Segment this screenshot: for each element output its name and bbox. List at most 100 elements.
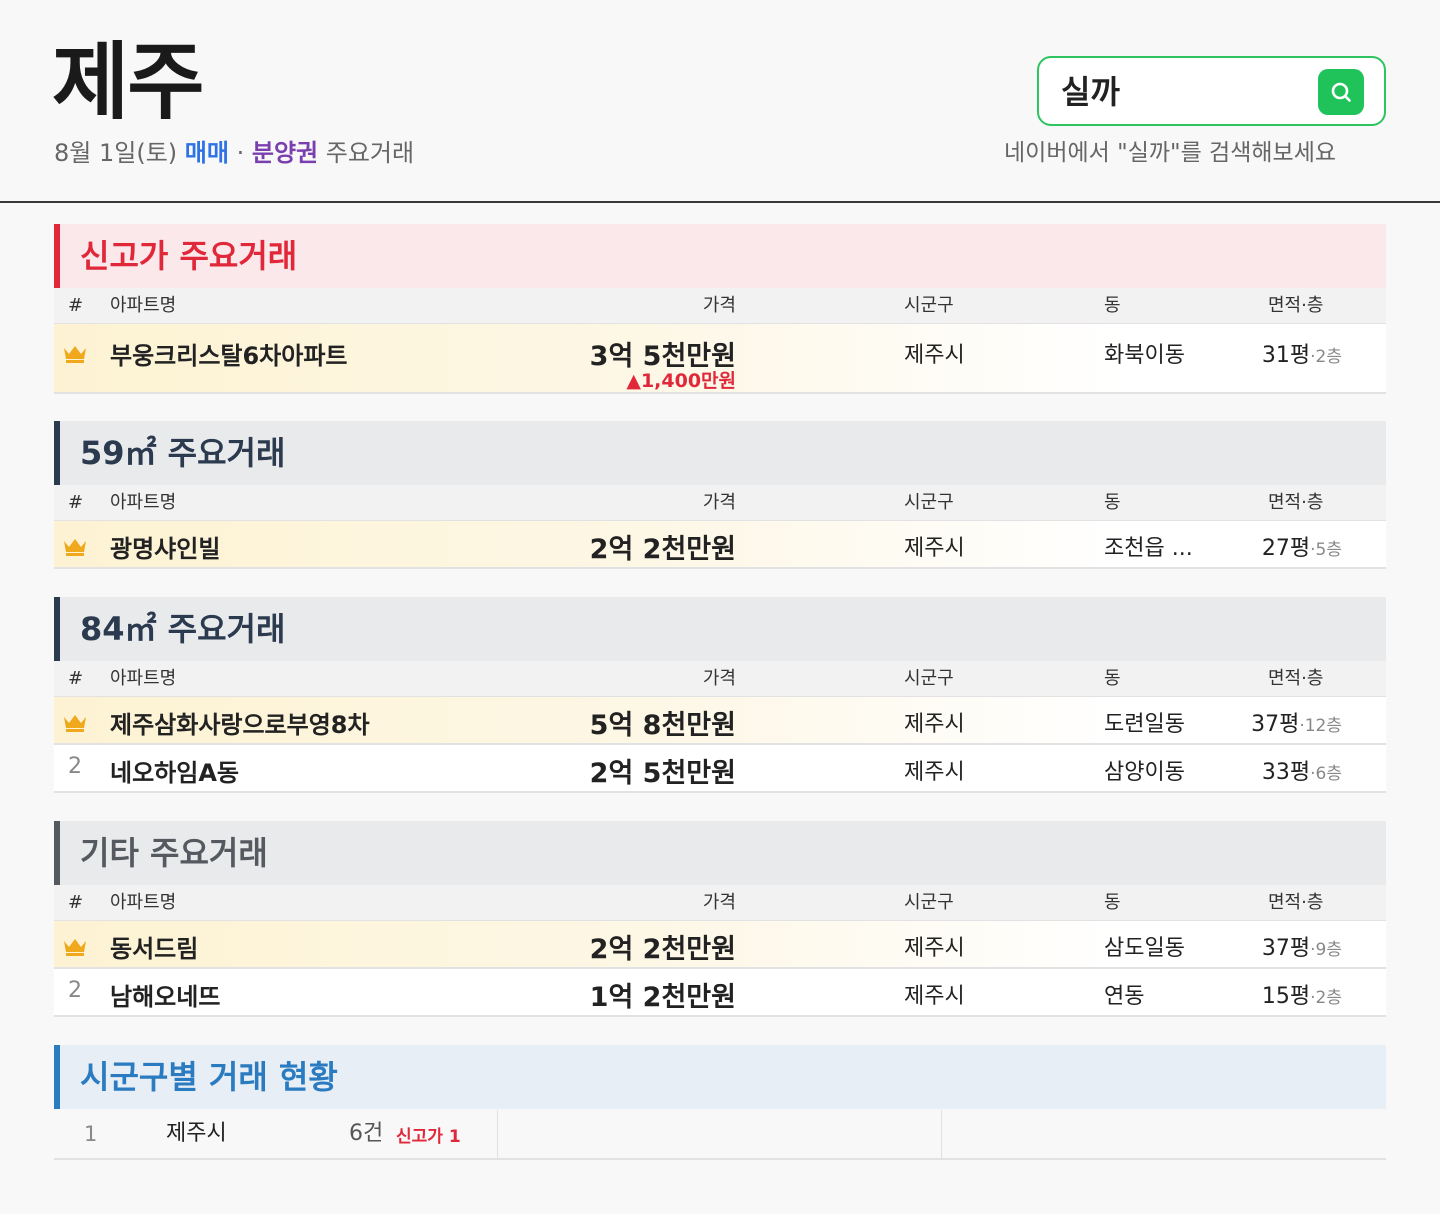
area: 37평 [1261, 936, 1311, 961]
price: 2억 2천만원 [589, 534, 736, 565]
col-area: 면적·층 [1268, 892, 1324, 913]
dong: 도련일동 [1104, 712, 1185, 737]
section-header: 기타 주요거래 [54, 821, 1386, 885]
table-row[interactable]: 제주삼화사랑으로부영8차 5억 8천만원 제주시 도련일동 37평·12층 [54, 697, 1386, 745]
column-header-row: # 아파트명 가격 시군구 동 면적·층 [54, 288, 1386, 324]
district-row[interactable]: 1 제주시 6건 신고가 1 [54, 1110, 1386, 1160]
area-floor: 15평·2층 [1250, 978, 1342, 1010]
dong: 삼도일동 [1104, 936, 1185, 961]
col-name: 아파트명 [110, 892, 177, 913]
floor: ·6층 [1310, 764, 1342, 784]
floor: ·2층 [1310, 988, 1342, 1008]
area: 15평 [1261, 984, 1311, 1009]
area: 33평 [1261, 760, 1311, 785]
column-header-row: # 아파트명 가격 시군구 동 면적·층 [54, 885, 1386, 921]
apartment-name: 네오하임A동 [110, 759, 239, 787]
price: 2억 5천만원 [589, 758, 736, 789]
sigungu: 제주시 [904, 712, 965, 737]
sigungu: 제주시 [904, 984, 965, 1009]
table-row[interactable]: 2 네오하임A동 2억 5천만원 제주시 삼양이동 33평·6층 [54, 745, 1386, 793]
col-sigungu: 시군구 [904, 668, 954, 689]
district-record-badge: 신고가 1 [396, 1127, 461, 1147]
district-rank: 1 [84, 1122, 98, 1146]
col-dong: 동 [1104, 295, 1121, 316]
dong: 연동 [1104, 984, 1145, 1009]
trade-type-presale: 분양권 [251, 139, 319, 167]
date-label: 8월 1일(토) [54, 139, 178, 167]
search-button[interactable] [1318, 69, 1364, 115]
district-section-header: 시군구별 거래 현황 [54, 1045, 1386, 1109]
section-accent-bar [54, 821, 60, 885]
section-title: 시군구별 거래 현황 [80, 1058, 338, 1096]
section-accent-bar [54, 597, 60, 661]
search-icon [1331, 82, 1351, 102]
row-rank: 2 [68, 978, 82, 1003]
area-floor: 33평·6층 [1250, 754, 1342, 786]
crown-icon [62, 936, 88, 956]
col-dong: 동 [1104, 892, 1121, 913]
apartment-name: 부웅크리스탈6차아파트 [110, 342, 348, 370]
col-area: 면적·층 [1268, 295, 1324, 316]
sigungu: 제주시 [904, 343, 965, 368]
dong: 화북이동 [1104, 343, 1185, 368]
area-floor: 27평·5층 [1250, 530, 1342, 562]
table-row[interactable]: 동서드림 2억 2천만원 제주시 삼도일동 37평·9층 [54, 921, 1386, 969]
table-row[interactable]: 2 남해오네뜨 1억 2천만원 제주시 연동 15평·2층 [54, 969, 1386, 1017]
col-rank: # [68, 492, 84, 513]
area-floor: 31평·2층 [1250, 337, 1342, 369]
crown-icon [62, 536, 88, 556]
section-title: 신고가 주요거래 [80, 237, 298, 275]
search-box[interactable]: 실까 [1037, 56, 1386, 126]
floor: ·2층 [1310, 347, 1342, 367]
col-price: 가격 [702, 295, 736, 316]
column-divider [497, 1110, 498, 1158]
area: 37평 [1251, 712, 1300, 737]
separator: · [236, 139, 245, 167]
sigungu: 제주시 [904, 936, 965, 961]
col-price: 가격 [702, 892, 736, 913]
col-area: 면적·층 [1268, 492, 1324, 513]
search-query[interactable]: 실까 [1061, 72, 1120, 112]
col-dong: 동 [1104, 668, 1121, 689]
trade-type-sale: 매매 [184, 139, 229, 167]
column-header-row: # 아파트명 가격 시군구 동 면적·층 [54, 661, 1386, 697]
floor: ·9층 [1310, 940, 1342, 960]
table-row[interactable]: 부웅크리스탈6차아파트 3억 5천만원 ▲1,400만원 제주시 화북이동 31… [54, 324, 1386, 394]
col-area: 면적·층 [1268, 668, 1324, 689]
district-name: 제주시 [166, 1121, 227, 1146]
section-header: 84㎡ 주요거래 [54, 597, 1386, 661]
apartment-name: 광명샤인빌 [110, 535, 221, 563]
search-hint: 네이버에서 "실까"를 검색해보세요 [1004, 140, 1337, 166]
section-accent-bar [54, 1045, 60, 1109]
subtitle: 8월 1일(토) 매매 · 분양권 주요거래 [54, 137, 414, 169]
col-rank: # [68, 668, 84, 689]
section-accent-bar [54, 421, 60, 485]
column-header-row: # 아파트명 가격 시군구 동 면적·층 [54, 485, 1386, 521]
price-delta: ▲1,400만원 [626, 370, 736, 392]
area-floor: 37평·9층 [1250, 930, 1342, 962]
district-count: 6건 [349, 1121, 384, 1146]
section-title: 59㎡ 주요거래 [80, 434, 286, 472]
col-dong: 동 [1104, 492, 1121, 513]
area-floor: 37평·12층 [1250, 706, 1342, 738]
apartment-name: 동서드림 [110, 935, 199, 963]
area: 31평 [1261, 343, 1311, 368]
col-sigungu: 시군구 [904, 492, 954, 513]
col-rank: # [68, 295, 84, 316]
col-sigungu: 시군구 [904, 892, 954, 913]
floor: ·12층 [1299, 716, 1342, 736]
subtitle-suffix: 주요거래 [325, 139, 415, 167]
row-rank: 2 [68, 754, 82, 779]
col-name: 아파트명 [110, 295, 177, 316]
page-title: 제주 [52, 33, 205, 131]
section-header: 신고가 주요거래 [54, 224, 1386, 288]
col-rank: # [68, 892, 84, 913]
sigungu: 제주시 [904, 536, 965, 561]
table-row[interactable]: 광명샤인빌 2억 2천만원 제주시 조천읍 ... 27평·5층 [54, 521, 1386, 569]
crown-icon [62, 343, 88, 363]
apartment-name: 남해오네뜨 [110, 983, 221, 1011]
price: 1억 2천만원 [589, 982, 736, 1013]
dong: 삼양이동 [1104, 760, 1185, 785]
section-accent-bar [54, 224, 60, 288]
price: 5억 8천만원 [589, 710, 736, 741]
